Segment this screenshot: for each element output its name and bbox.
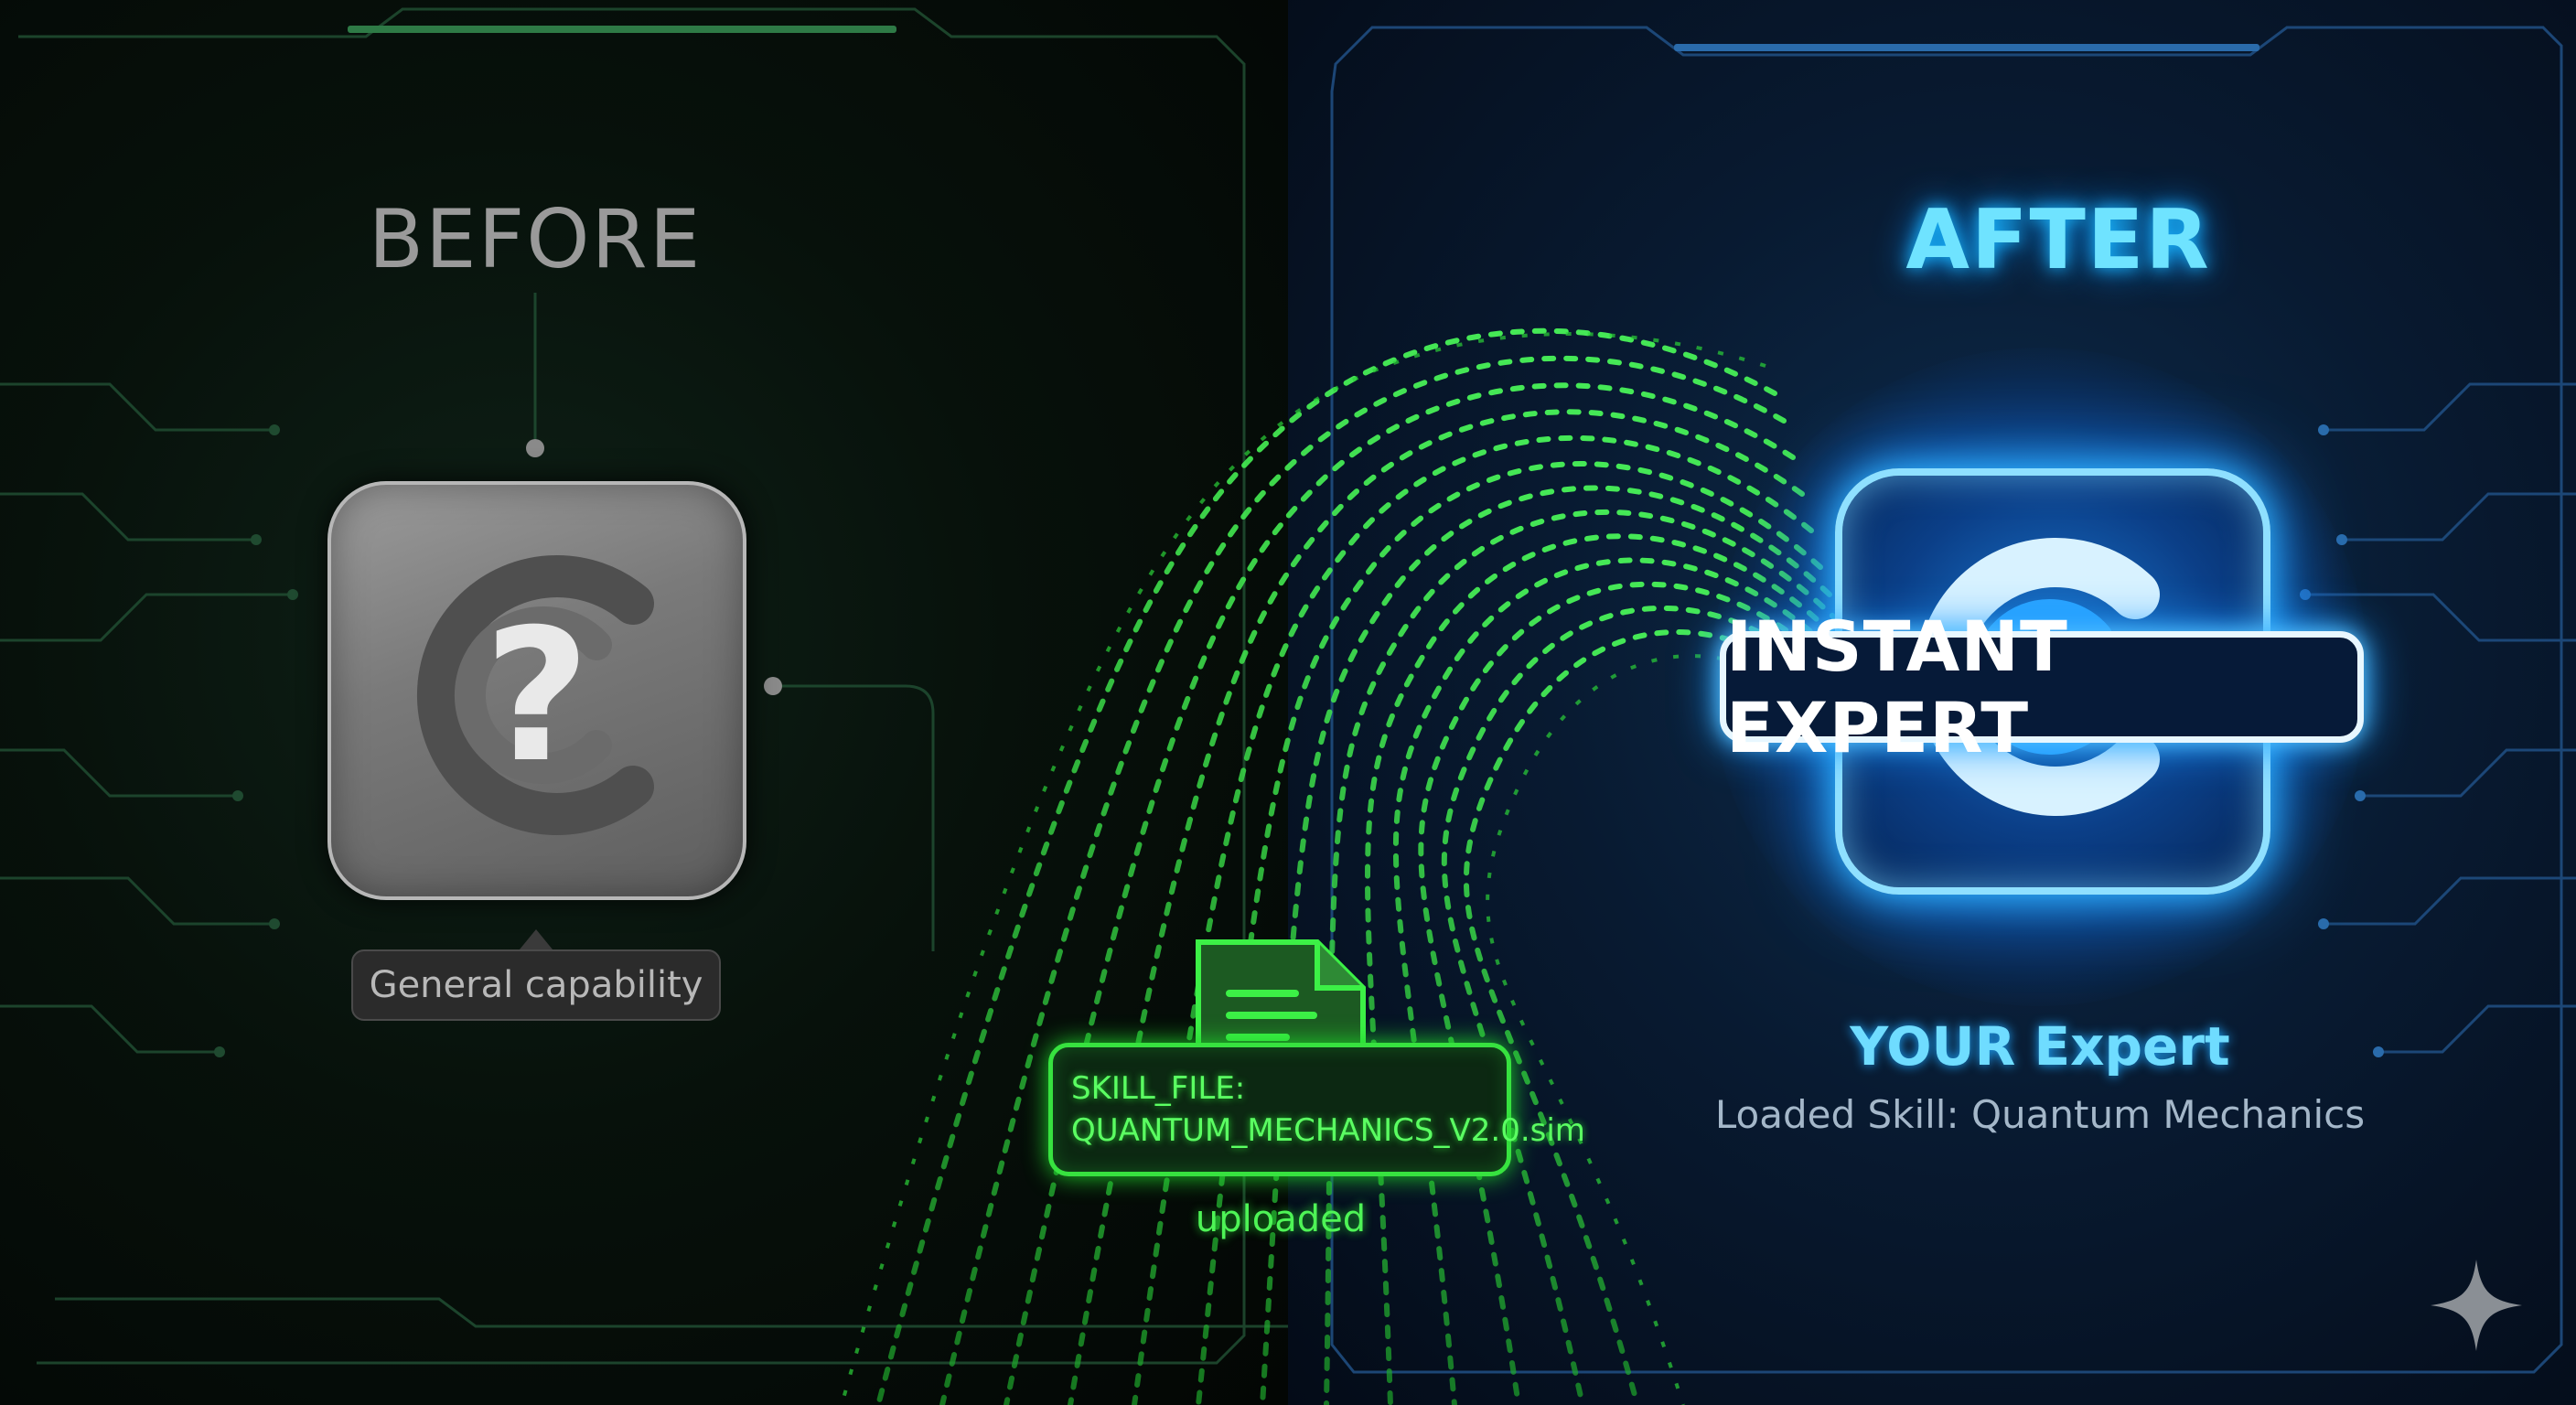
after-title: AFTER xyxy=(1905,192,2211,288)
before-title: BEFORE xyxy=(368,192,703,286)
skill-file-box: SKILL_FILE: QUANTUM_MECHANICS_V2.0.sim xyxy=(1048,1043,1585,1176)
skill-file-label: SKILL_FILE: xyxy=(1071,1070,1246,1107)
your-expert-heading: YOUR Expert xyxy=(1850,1015,2230,1078)
sparkle-icon xyxy=(2431,1260,2522,1351)
instant-expert-badge: INSTANT EXPERT xyxy=(1720,606,2364,768)
question-mark-logo-icon: ? xyxy=(416,555,654,835)
upload-status: uploaded xyxy=(1195,1198,1367,1240)
general-capability-label: General capability xyxy=(351,949,721,1021)
skill-file-name: QUANTUM_MECHANICS_V2.0.sim xyxy=(1071,1112,1585,1149)
loaded-skill-text: Loaded Skill: Quantum Mechanics xyxy=(1714,1092,2366,1137)
generic-ai-tile: ? xyxy=(327,481,746,900)
svg-text:?: ? xyxy=(484,590,590,803)
label-pointer xyxy=(520,929,553,949)
